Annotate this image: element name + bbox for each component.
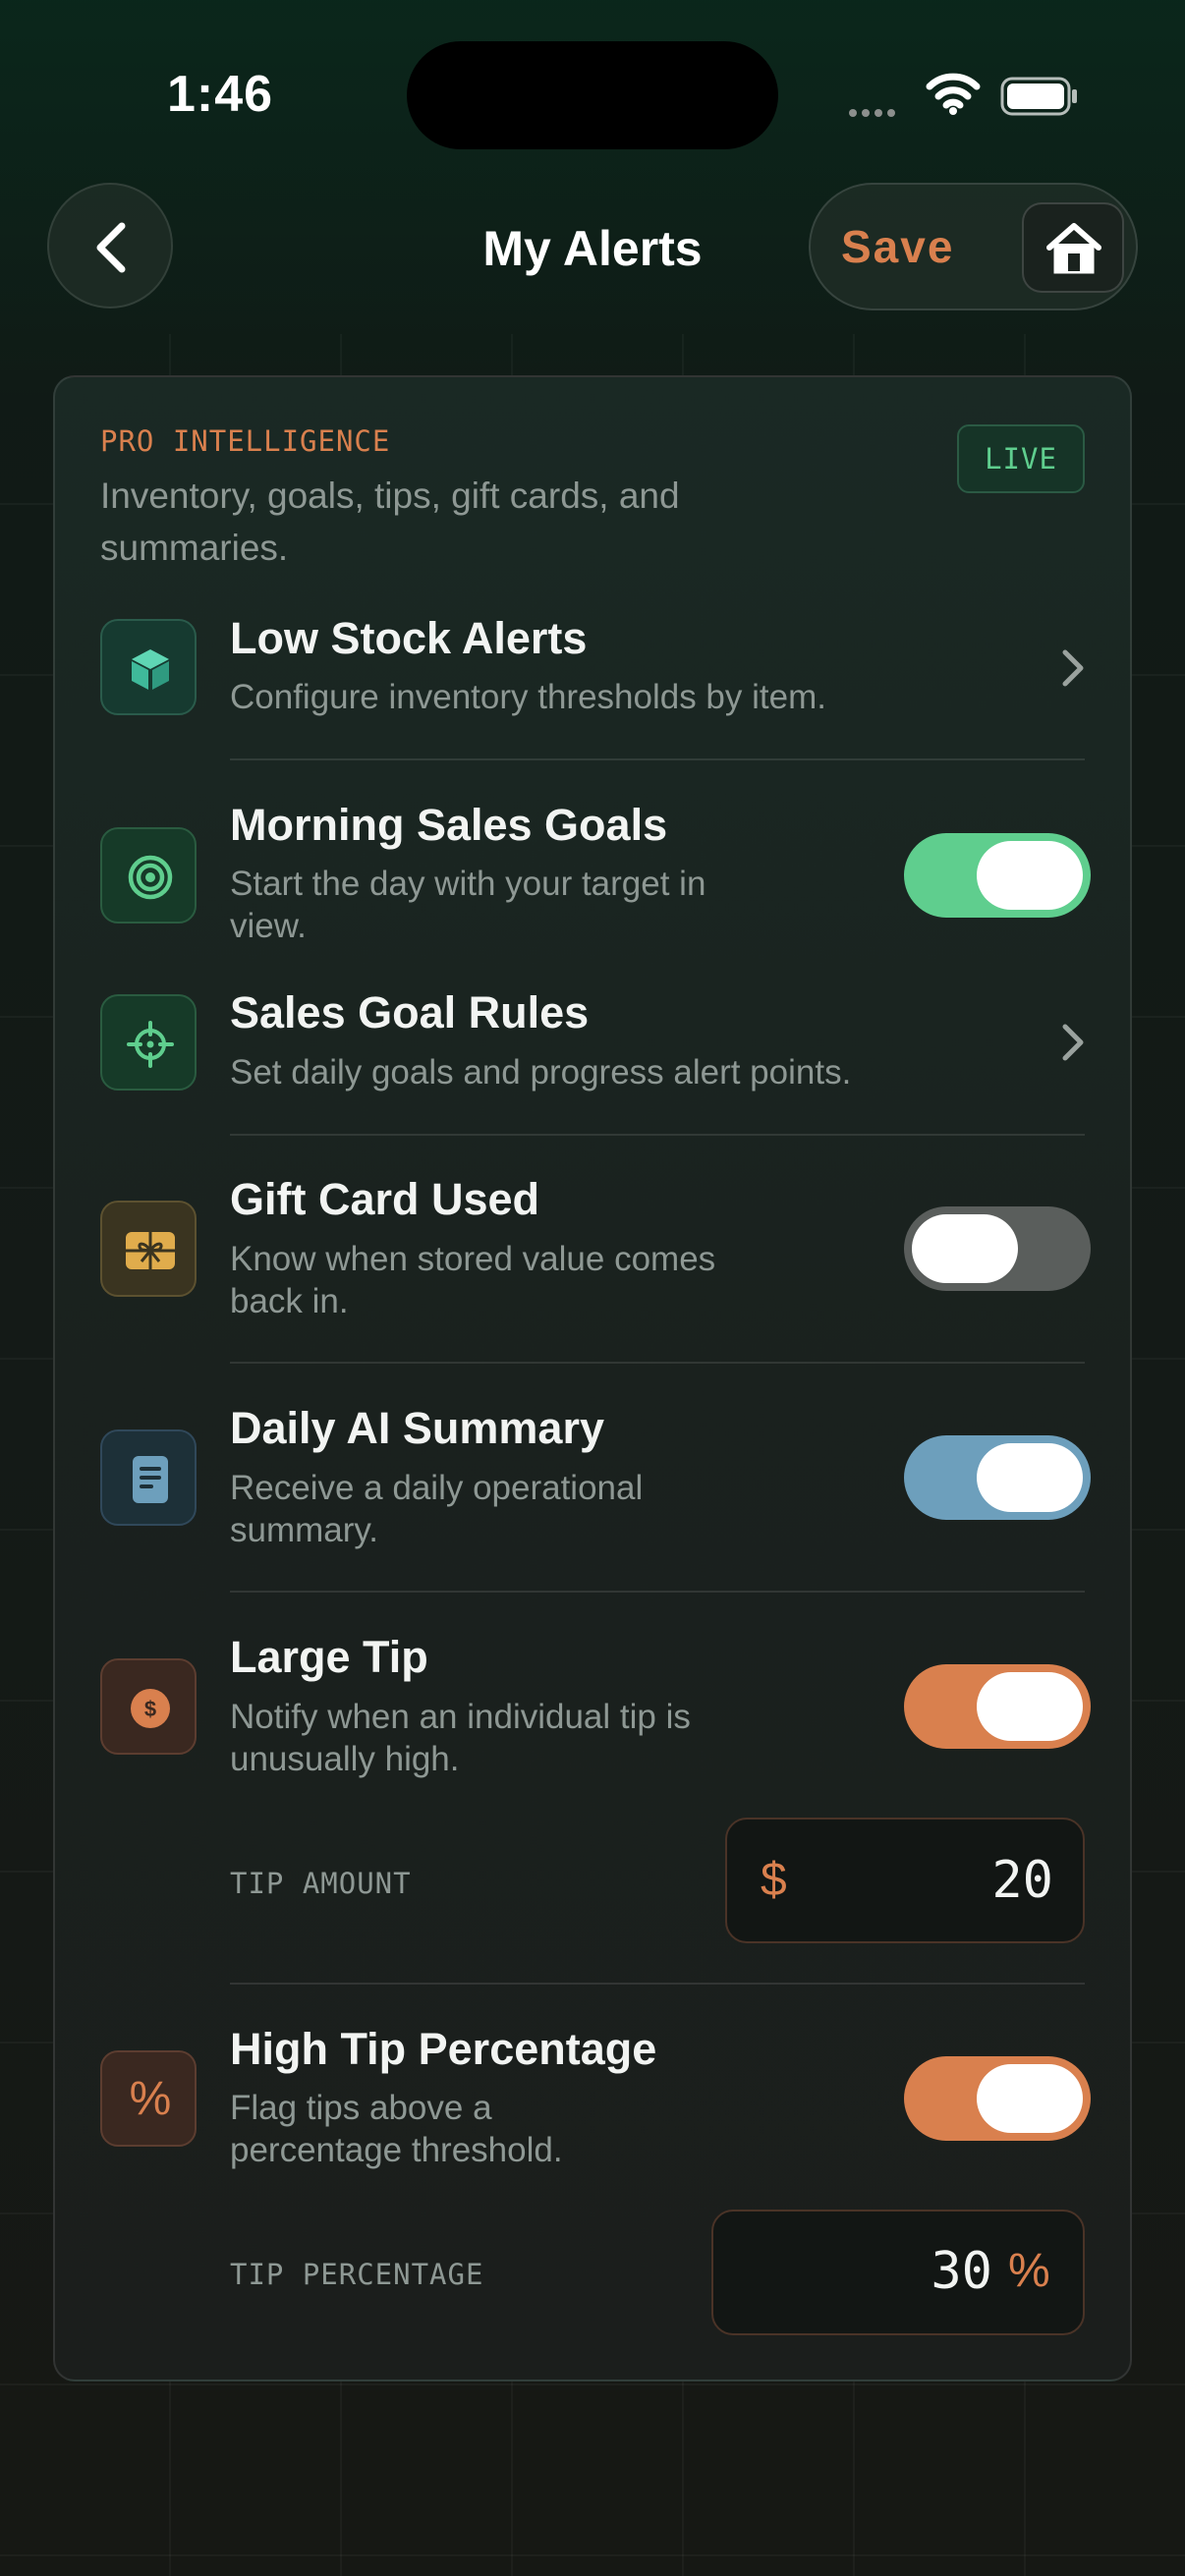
morning-goals-description: Start the day with your target in view.	[230, 865, 706, 945]
live-badge: LIVE	[957, 424, 1085, 493]
daily-summary-title: Daily AI Summary	[230, 1403, 604, 1453]
daily-summary-icon-tile	[100, 1429, 197, 1526]
chevron-right-icon[interactable]	[1059, 1023, 1087, 1062]
svg-text:$: $	[144, 1697, 156, 1721]
cellular-signal-icon	[849, 104, 900, 122]
high-tip-pct-toggle[interactable]	[904, 2056, 1091, 2141]
daily-summary-toggle[interactable]	[904, 1435, 1091, 1520]
battery-icon	[1000, 77, 1077, 116]
divider	[230, 1983, 1085, 1985]
divider	[230, 1134, 1085, 1136]
goal-rules-icon-tile	[100, 994, 197, 1091]
divider	[230, 758, 1085, 760]
low-stock-icon-tile	[100, 619, 197, 715]
morning-goals-icon-tile	[100, 827, 197, 924]
tip-amount-prefix: $	[761, 1854, 787, 1906]
tip-amount-value[interactable]: 20	[884, 1851, 1053, 1910]
low-stock-title: Low Stock Alerts	[230, 613, 588, 663]
document-icon	[133, 1456, 168, 1503]
chevron-right-icon[interactable]	[1059, 648, 1087, 688]
high-tip-pct-description: Flag tips above a percentage threshold.	[230, 2089, 563, 2169]
tip-percentage-value[interactable]: 30	[865, 2242, 992, 2301]
status-time: 1:46	[167, 66, 274, 123]
low-stock-description: Configure inventory thresholds by item.	[230, 678, 826, 716]
high-tip-pct-icon-tile: %	[100, 2050, 197, 2147]
divider	[230, 1591, 1085, 1593]
toggle-knob	[977, 2064, 1083, 2133]
crosshair-icon	[127, 1021, 174, 1068]
large-tip-description: Notify when an individual tip is unusual…	[230, 1698, 691, 1778]
home-icon	[1046, 223, 1101, 274]
tip-percentage-label: TIP PERCENTAGE	[230, 2258, 484, 2291]
gift-card-toggle[interactable]	[904, 1206, 1091, 1291]
large-tip-toggle[interactable]	[904, 1664, 1091, 1749]
gift-card-icon-tile	[100, 1201, 197, 1297]
toggle-knob	[977, 1672, 1083, 1741]
section-description: Inventory, goals, tips, gift cards, and …	[100, 476, 680, 568]
box-icon	[132, 649, 169, 690]
morning-goals-title: Morning Sales Goals	[230, 800, 668, 850]
large-tip-icon-tile: $	[100, 1658, 197, 1755]
wifi-icon	[926, 73, 981, 115]
home-button[interactable]	[1022, 202, 1124, 293]
gift-card-icon	[126, 1232, 175, 1269]
gift-card-title: Gift Card Used	[230, 1174, 540, 1224]
large-tip-title: Large Tip	[230, 1632, 428, 1682]
gift-card-description: Know when stored value comes back in.	[230, 1240, 716, 1320]
save-button[interactable]: Save	[841, 220, 954, 273]
target-icon	[128, 855, 173, 900]
section-label: PRO INTELLIGENCE	[100, 424, 391, 458]
toggle-knob	[912, 1214, 1018, 1283]
goal-rules-title: Sales Goal Rules	[230, 987, 590, 1037]
tip-percentage-suffix: %	[1008, 2245, 1050, 2297]
dollar-coin-icon: $	[131, 1689, 170, 1728]
toggle-knob	[977, 841, 1083, 910]
divider	[230, 1362, 1085, 1364]
dynamic-island	[407, 41, 778, 149]
percent-icon: %	[129, 2073, 172, 2125]
goal-rules-description: Set daily goals and progress alert point…	[230, 1053, 852, 1092]
high-tip-pct-title: High Tip Percentage	[230, 2024, 657, 2074]
daily-summary-description: Receive a daily operational summary.	[230, 1469, 644, 1549]
morning-goals-toggle[interactable]	[904, 833, 1091, 918]
tip-amount-label: TIP AMOUNT	[230, 1867, 412, 1900]
toggle-knob	[977, 1443, 1083, 1512]
